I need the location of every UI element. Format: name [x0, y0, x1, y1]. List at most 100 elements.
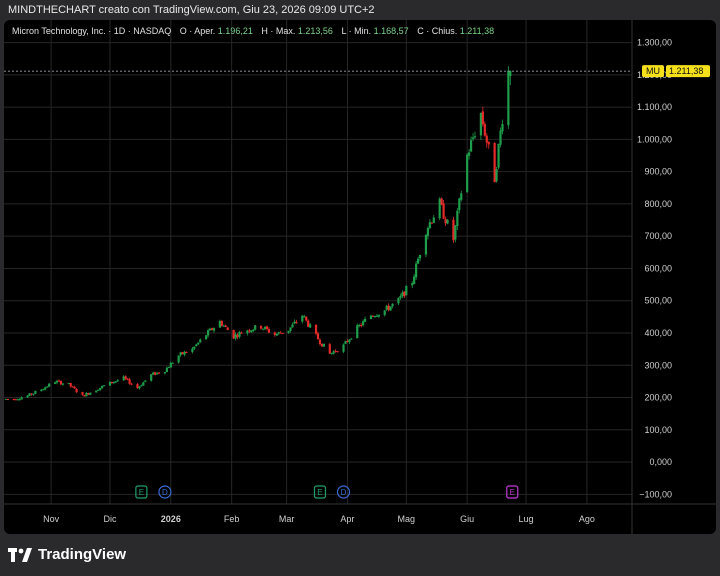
- candle-down: [124, 376, 127, 379]
- y-tick-label: 800,00: [644, 199, 672, 209]
- chart-panel[interactable]: 1.300,001.200,001.100,001.000,00900,0080…: [4, 20, 716, 534]
- candle-up: [144, 380, 147, 382]
- y-axis[interactable]: 1.300,001.200,001.100,001.000,00900,0080…: [637, 38, 672, 500]
- candle-up: [44, 387, 47, 390]
- candle-up: [246, 330, 249, 334]
- candle-down: [336, 351, 339, 353]
- candle-up: [432, 217, 435, 224]
- candles: [4, 66, 512, 401]
- candle-up: [277, 332, 280, 334]
- candle-up: [469, 140, 473, 152]
- tradingview-icon: [8, 547, 32, 562]
- candle-down: [259, 325, 263, 329]
- candle-up: [114, 381, 117, 383]
- candle-up: [358, 325, 361, 327]
- tradingview-logo[interactable]: TradingView: [8, 546, 126, 563]
- y-tick-label: 1.100,00: [637, 102, 672, 112]
- candle-up: [179, 352, 182, 356]
- low-label: L · Min.: [341, 26, 372, 36]
- candle-up: [479, 113, 482, 136]
- x-tick-label: Dic: [103, 514, 116, 524]
- candle-down: [220, 321, 223, 326]
- grid-lines: [4, 20, 716, 534]
- candle-up: [150, 374, 153, 381]
- candle-down: [224, 325, 227, 327]
- candle-down: [279, 332, 282, 334]
- candle-up: [460, 193, 463, 200]
- candle-down: [81, 392, 84, 395]
- candle-up: [399, 296, 402, 298]
- candle-up: [405, 285, 408, 296]
- candle-up: [169, 362, 172, 368]
- candle-up: [116, 380, 119, 382]
- candle-up: [301, 315, 304, 322]
- candle-up: [61, 383, 64, 385]
- candle-up: [342, 344, 345, 352]
- candle-up: [112, 382, 115, 384]
- candle-down: [240, 332, 243, 334]
- candle-up: [53, 382, 57, 384]
- candle-up: [250, 330, 253, 333]
- candle-down: [483, 123, 486, 136]
- candle-down: [493, 142, 496, 183]
- candle-up: [234, 334, 237, 339]
- candle-up: [102, 385, 106, 387]
- candle-up: [28, 393, 31, 397]
- close-label: C · Chius.: [417, 26, 458, 36]
- candle-down: [59, 380, 63, 385]
- candle-up: [4, 398, 8, 400]
- x-axis[interactable]: Nov Dic 2026 Feb Mar Apr Mag Giu Lug Ago: [43, 514, 595, 524]
- candle-up: [142, 382, 145, 386]
- candle-down: [307, 320, 310, 327]
- candle-down: [14, 399, 17, 401]
- candle-down: [71, 386, 74, 388]
- candle-up: [291, 324, 294, 328]
- ohlc-legend: Micron Technology, Inc. · 1D · NASDAQ O …: [12, 26, 494, 36]
- y-tick-label: 500,00: [644, 296, 672, 306]
- candle-up: [424, 234, 428, 255]
- candle-up: [208, 328, 212, 331]
- x-tick-label: Nov: [43, 514, 60, 524]
- candle-up: [99, 387, 102, 390]
- candle-up: [356, 325, 359, 339]
- y-tick-label: 100,00: [644, 425, 672, 435]
- candle-down: [87, 393, 90, 395]
- brand-name: TradingView: [38, 546, 127, 563]
- candle-up: [411, 283, 414, 286]
- candle-up: [418, 255, 422, 259]
- candle-down: [248, 330, 251, 332]
- y-tick-label: 700,00: [644, 231, 672, 241]
- y-tick-label: 1.000,00: [637, 134, 672, 144]
- candle-down: [346, 341, 349, 343]
- candle-up: [67, 383, 70, 385]
- candle-up: [289, 327, 292, 331]
- y-tick-label: 0,000: [649, 457, 672, 467]
- candle-up: [401, 292, 404, 297]
- event-markers: EDEDE: [135, 485, 519, 499]
- candle-down: [487, 141, 490, 145]
- candle-up: [373, 316, 377, 318]
- open-value: 1.196,21: [217, 26, 253, 36]
- x-tick-label: Lug: [519, 514, 534, 524]
- candle-up: [385, 305, 388, 310]
- candle-down: [30, 393, 33, 395]
- candle-up: [218, 320, 221, 328]
- candle-up: [32, 393, 35, 395]
- candle-up: [369, 315, 373, 320]
- candle-up: [471, 137, 475, 139]
- candle-down: [226, 327, 229, 331]
- candle-up: [293, 321, 296, 324]
- candle-down: [267, 329, 271, 333]
- candle-up: [212, 328, 216, 331]
- candle-up: [501, 124, 504, 132]
- candle-up: [199, 339, 202, 343]
- candle-down: [232, 329, 235, 339]
- chart-canvas[interactable]: 1.300,001.200,001.100,001.000,00900,0080…: [4, 20, 716, 534]
- candle-up: [207, 330, 210, 336]
- candle-down: [295, 321, 298, 323]
- candle-up: [303, 316, 306, 318]
- candle-down: [210, 328, 214, 330]
- high-value: 1.213,56: [297, 26, 333, 36]
- candle-up: [263, 326, 267, 330]
- candle-up: [507, 70, 510, 126]
